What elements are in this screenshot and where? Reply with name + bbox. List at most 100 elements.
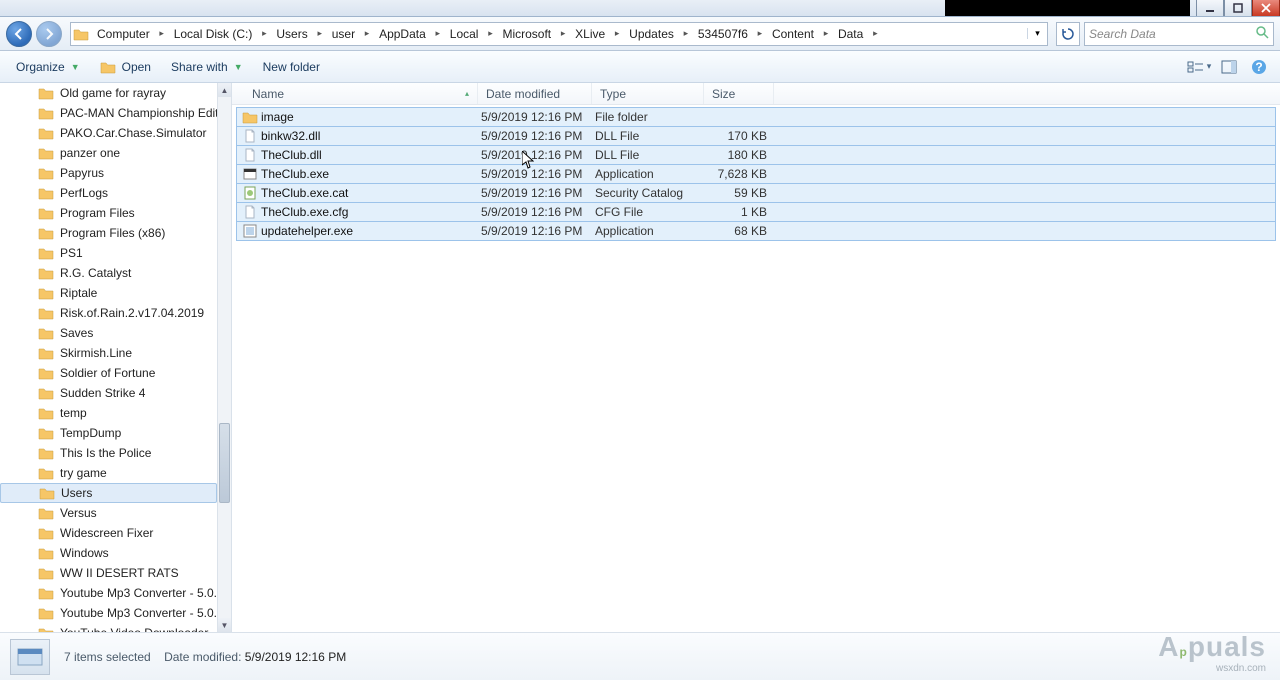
folder-icon (38, 466, 54, 480)
breadcrumb-segment[interactable]: Data (832, 23, 869, 45)
scroll-down-button[interactable]: ▼ (218, 618, 231, 632)
breadcrumb-segment[interactable]: Users (270, 23, 313, 45)
file-row[interactable]: binkw32.dll5/9/2019 12:16 PMDLL File170 … (236, 126, 1276, 146)
minimize-button[interactable] (1196, 0, 1224, 16)
sidebar-item[interactable]: PerfLogs (0, 183, 217, 203)
new-folder-button[interactable]: New folder (255, 57, 328, 77)
organize-button[interactable]: Organize▼ (8, 57, 88, 77)
sidebar-item[interactable]: panzer one (0, 143, 217, 163)
sidebar-item[interactable]: Saves (0, 323, 217, 343)
file-row[interactable]: TheClub.exe5/9/2019 12:16 PMApplication7… (236, 164, 1276, 184)
back-button[interactable] (6, 21, 32, 47)
sidebar-item-label: This Is the Police (60, 446, 151, 460)
chevron-right-icon[interactable]: ▸ (869, 28, 881, 39)
chevron-right-icon[interactable]: ▸ (754, 28, 766, 39)
breadcrumb-segment[interactable]: Local (444, 23, 485, 45)
chevron-right-icon[interactable]: ▸ (258, 28, 270, 39)
view-options-button[interactable]: ▾ (1186, 56, 1212, 78)
file-row[interactable]: image5/9/2019 12:16 PMFile folder (236, 107, 1276, 127)
breadcrumb-segment[interactable]: user (326, 23, 361, 45)
scroll-up-button[interactable]: ▲ (218, 83, 231, 97)
breadcrumb-segment[interactable]: XLive (569, 23, 611, 45)
address-dropdown[interactable]: ▾ (1027, 28, 1047, 39)
chevron-right-icon[interactable]: ▸ (680, 28, 692, 39)
scroll-thumb[interactable] (219, 423, 230, 503)
sidebar-item[interactable]: Youtube Mp3 Converter - 5.0.4 (0, 583, 217, 603)
file-name: TheClub.exe.cfg (259, 205, 481, 219)
file-row[interactable]: updatehelper.exe5/9/2019 12:16 PMApplica… (236, 221, 1276, 241)
open-button[interactable]: Open (92, 57, 159, 77)
sidebar-item[interactable]: Program Files (0, 203, 217, 223)
sidebar-item[interactable]: PAKO.Car.Chase.Simulator (0, 123, 217, 143)
chevron-right-icon[interactable]: ▸ (314, 28, 326, 39)
sidebar-item[interactable]: TempDump (0, 423, 217, 443)
toolbar: Organize▼ Open Share with▼ New folder ▾ … (0, 51, 1280, 83)
help-button[interactable]: ? (1246, 56, 1272, 78)
breadcrumb-segment[interactable]: Computer (91, 23, 156, 45)
breadcrumb-segment[interactable]: Microsoft (496, 23, 557, 45)
sidebar-item[interactable]: Users (0, 483, 217, 503)
preview-pane-button[interactable] (1216, 56, 1242, 78)
file-type: File folder (595, 110, 707, 124)
forward-button[interactable] (36, 21, 62, 47)
sidebar-item[interactable]: Widescreen Fixer (0, 523, 217, 543)
sidebar-item[interactable]: PAC-MAN Championship Editio (0, 103, 217, 123)
file-row[interactable]: TheClub.exe.cat5/9/2019 12:16 PMSecurity… (236, 183, 1276, 203)
sidebar-item[interactable]: try game (0, 463, 217, 483)
file-row[interactable]: TheClub.dll5/9/2019 12:16 PMDLL File180 … (236, 145, 1276, 165)
sidebar-item[interactable]: temp (0, 403, 217, 423)
address-bar[interactable]: Computer▸Local Disk (C:)▸Users▸user▸AppD… (70, 22, 1048, 46)
file-size: 59 KB (707, 186, 773, 200)
sidebar-item[interactable]: Riptale (0, 283, 217, 303)
sidebar-item[interactable]: YouTube Video Downloader - 1. (0, 623, 217, 632)
sidebar-item[interactable]: Sudden Strike 4 (0, 383, 217, 403)
folder-icon (38, 146, 54, 160)
file-date: 5/9/2019 12:16 PM (481, 186, 595, 200)
sidebar-item[interactable]: Papyrus (0, 163, 217, 183)
chevron-right-icon[interactable]: ▸ (557, 28, 569, 39)
breadcrumb-segment[interactable]: Content (766, 23, 820, 45)
sidebar-item[interactable]: WW II DESERT RATS (0, 563, 217, 583)
refresh-button[interactable] (1056, 22, 1080, 46)
share-with-button[interactable]: Share with▼ (163, 57, 251, 77)
sidebar-item-label: PAKO.Car.Chase.Simulator (60, 126, 207, 140)
close-button[interactable] (1252, 0, 1280, 16)
chevron-right-icon[interactable]: ▸ (432, 28, 444, 39)
column-type[interactable]: Type (592, 83, 704, 104)
breadcrumb-segment[interactable]: AppData (373, 23, 432, 45)
chevron-right-icon[interactable]: ▸ (611, 28, 623, 39)
sidebar-item[interactable]: Windows (0, 543, 217, 563)
sidebar-item-label: PS1 (60, 246, 83, 260)
file-date: 5/9/2019 12:16 PM (481, 167, 595, 181)
sidebar-item-label: Soldier of Fortune (60, 366, 155, 380)
sidebar-item[interactable]: Youtube Mp3 Converter - 5.0.6 (0, 603, 217, 623)
search-input[interactable]: Search Data (1084, 22, 1274, 46)
file-size: 180 KB (707, 148, 773, 162)
sidebar-item[interactable]: PS1 (0, 243, 217, 263)
folder-icon (38, 226, 54, 240)
file-row[interactable]: TheClub.exe.cfg5/9/2019 12:16 PMCFG File… (236, 202, 1276, 222)
chevron-right-icon[interactable]: ▸ (484, 28, 496, 39)
sidebar-item[interactable]: Old game for rayray (0, 83, 217, 103)
folder-icon (71, 27, 91, 41)
sidebar-item[interactable]: Skirmish.Line (0, 343, 217, 363)
column-date[interactable]: Date modified (478, 83, 592, 104)
sidebar-scrollbar[interactable]: ▲ ▼ (217, 83, 231, 632)
sidebar-item[interactable]: Risk.of.Rain.2.v17.04.2019 (0, 303, 217, 323)
chevron-right-icon[interactable]: ▸ (156, 28, 168, 39)
column-size[interactable]: Size (704, 83, 774, 104)
chevron-right-icon[interactable]: ▸ (820, 28, 832, 39)
breadcrumb-segment[interactable]: 534507f6 (692, 23, 754, 45)
breadcrumb-segment[interactable]: Local Disk (C:) (168, 23, 259, 45)
sidebar-item-label: Old game for rayray (60, 86, 166, 100)
sidebar-item[interactable]: R.G. Catalyst (0, 263, 217, 283)
sidebar-item[interactable]: Program Files (x86) (0, 223, 217, 243)
sidebar-item[interactable]: Versus (0, 503, 217, 523)
sidebar-item[interactable]: This Is the Police (0, 443, 217, 463)
column-name[interactable]: Name ▴ (244, 83, 478, 104)
chevron-right-icon[interactable]: ▸ (361, 28, 373, 39)
breadcrumb-segment[interactable]: Updates (623, 23, 680, 45)
sidebar-item[interactable]: Soldier of Fortune (0, 363, 217, 383)
maximize-button[interactable] (1224, 0, 1252, 16)
file-size: 1 KB (707, 205, 773, 219)
